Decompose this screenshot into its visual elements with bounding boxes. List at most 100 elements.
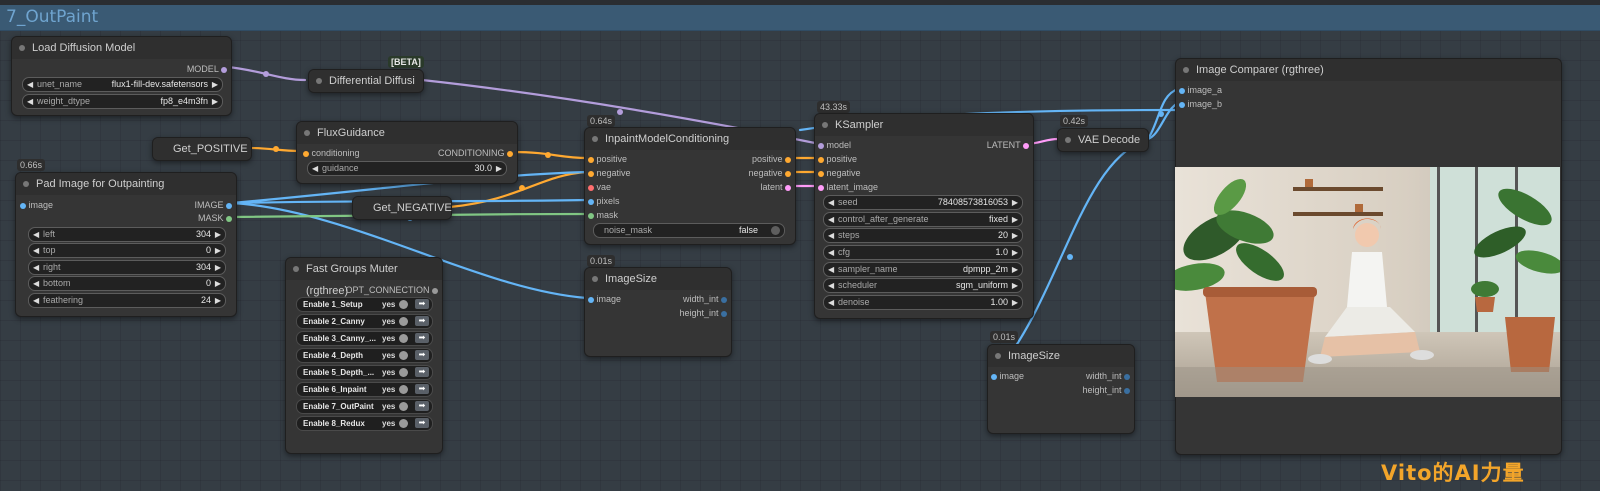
guidance-slider[interactable]: ◀ guidance 30.0 ▶ xyxy=(307,161,507,176)
timing-badge: 0.64s xyxy=(587,115,616,127)
muter-row-4[interactable]: Enable 4_Depth yes ➡ xyxy=(296,348,433,363)
node-header[interactable]: ImageSize xyxy=(585,268,731,290)
weight-dtype-combo[interactable]: ◀ weight_dtype fp8_e4m3fn ▶ xyxy=(22,94,223,109)
inpaint-model-conditioning-node[interactable]: InpaintModelConditioning positive negati… xyxy=(584,127,796,245)
pad-top-field[interactable]: ◀ top 0 ▶ xyxy=(28,243,226,258)
fast-groups-muter-node[interactable]: Fast Groups Muter (rgthree) OPT_CONNECTI… xyxy=(285,257,443,454)
pad-bottom-field[interactable]: ◀ bottom 0 ▶ xyxy=(28,276,226,291)
image-size-node-1[interactable]: ImageSize image width_int height_int xyxy=(584,267,732,357)
muter-row-7[interactable]: Enable 7_OutPaint yes ➡ xyxy=(296,399,433,414)
input-image[interactable]: image xyxy=(20,198,53,212)
node-title: Image Comparer (rgthree) xyxy=(1196,64,1324,76)
node-header[interactable]: KSampler xyxy=(815,114,1033,136)
output-positive[interactable]: positive xyxy=(752,152,791,166)
output-negative[interactable]: negative xyxy=(748,166,791,180)
node-header[interactable]: InpaintModelConditioning xyxy=(585,128,795,150)
input-vae[interactable]: vae xyxy=(588,180,611,194)
timing-badge: 0.01s xyxy=(990,331,1019,343)
input-image[interactable]: image xyxy=(588,292,621,306)
node-header[interactable]: Get_NEGATIVE xyxy=(353,197,452,219)
scheduler-combo[interactable]: ◀ scheduler sgm_uniform ▶ xyxy=(823,278,1023,293)
pad-image-node[interactable]: Pad Image for Outpainting image IMAGE MA… xyxy=(15,172,237,317)
node-header[interactable]: ImageSize xyxy=(988,345,1134,367)
muter-row-8[interactable]: Enable 8_Redux yes ➡ xyxy=(296,416,433,431)
flux-guidance-node[interactable]: FluxGuidance conditioning CONDITIONING ◀… xyxy=(296,121,518,184)
node-title: ImageSize xyxy=(605,273,657,285)
get-negative-node[interactable]: Get_NEGATIVE xyxy=(352,196,452,220)
outpainted-photo xyxy=(1175,167,1560,397)
output-width[interactable]: width_int xyxy=(683,292,727,306)
input-mask[interactable]: mask xyxy=(588,208,618,222)
group-header[interactable]: 7_OutPaint xyxy=(0,5,1600,31)
input-latent-image[interactable]: latent_image xyxy=(818,180,878,194)
muter-row-6[interactable]: Enable 6_Inpaint yes ➡ xyxy=(296,382,433,397)
output-conditioning[interactable]: CONDITIONING xyxy=(438,146,513,160)
input-image-b[interactable]: image_b xyxy=(1179,97,1222,111)
muter-row-1[interactable]: Enable 1_Setup yes ➡ xyxy=(296,297,433,312)
seed-field[interactable]: ◀ seed 784085738160​53 ▶ xyxy=(823,195,1023,210)
output-height[interactable]: height_int xyxy=(679,306,727,320)
input-negative[interactable]: negative xyxy=(818,166,861,180)
node-title: Load Diffusion Model xyxy=(32,42,136,54)
output-mask[interactable]: MASK xyxy=(198,211,232,225)
node-title: ImageSize xyxy=(1008,350,1060,362)
input-conditioning[interactable]: conditioning xyxy=(303,146,360,160)
vae-decode-node[interactable]: VAE Decode xyxy=(1057,128,1149,152)
output-opt-connection[interactable]: OPT_CONNECTION xyxy=(345,283,438,297)
output-latent[interactable]: LATENT xyxy=(987,138,1029,152)
timing-badge: 0.01s xyxy=(587,255,616,267)
denoise-field[interactable]: ◀ denoise 1.00 ▶ xyxy=(823,295,1023,310)
watermark-text: Vito的AI力量 xyxy=(1381,461,1525,485)
input-model[interactable]: model xyxy=(818,138,851,152)
load-diffusion-model-node[interactable]: Load Diffusion Model MODEL ◀ unet_name flu… xyxy=(11,36,232,116)
pad-left-field[interactable]: ◀ left 304 ▶ xyxy=(28,227,226,242)
node-header[interactable]: Image Comparer (rgthree) xyxy=(1176,59,1561,81)
muter-row-2[interactable]: Enable 2_Canny yes ➡ xyxy=(296,314,433,329)
image-size-node-2[interactable]: ImageSize image width_int height_int xyxy=(987,344,1135,434)
input-pixels[interactable]: pixels xyxy=(588,194,620,208)
output-width[interactable]: width_int xyxy=(1086,369,1130,383)
unet-name-combo[interactable]: ◀ unet_name flux1-fill-dev.safetensors ▶ xyxy=(22,77,223,92)
timing-badge: 0.42s xyxy=(1060,115,1089,127)
muter-row-5[interactable]: Enable 5_Depth_... yes ➡ xyxy=(296,365,433,380)
sampler-name-combo[interactable]: ◀ sampler_name dpmpp_2m ▶ xyxy=(823,262,1023,277)
cfg-field[interactable]: ◀ cfg 1.0 ▶ xyxy=(823,245,1023,260)
input-positive[interactable]: positive xyxy=(588,152,627,166)
ksampler-node[interactable]: KSampler model positive negative latent_… xyxy=(814,113,1034,319)
input-image[interactable]: image xyxy=(991,369,1024,383)
control-after-generate-combo[interactable]: ◀ control_after_generate fixed ▶ xyxy=(823,212,1023,227)
comparison-image-preview[interactable] xyxy=(1175,167,1560,397)
node-header[interactable]: FluxGuidance xyxy=(297,122,517,144)
node-title: VAE Decode xyxy=(1078,134,1141,146)
output-height[interactable]: height_int xyxy=(1082,383,1130,397)
node-title: Differential Diffusi xyxy=(329,75,415,87)
steps-field[interactable]: ◀ steps 20 ▶ xyxy=(823,228,1023,243)
pad-right-field[interactable]: ◀ right 304 ▶ xyxy=(28,260,226,275)
node-title: KSampler xyxy=(835,119,884,131)
muter-row-3[interactable]: Enable 3_Canny_... yes ➡ xyxy=(296,331,433,346)
input-image-a[interactable]: image_a xyxy=(1179,83,1222,97)
node-title: Get_POSITIVE xyxy=(173,143,248,155)
group-title: 7_OutPaint xyxy=(6,7,99,27)
differential-diffusion-node[interactable]: Differential Diffusi xyxy=(308,69,424,93)
node-header[interactable]: VAE Decode xyxy=(1058,129,1148,151)
node-header[interactable]: Fast Groups Muter (rgthree) xyxy=(286,258,442,297)
node-header[interactable]: Load Diffusion Model xyxy=(12,37,231,59)
node-header[interactable]: Pad Image for Outpainting xyxy=(16,173,236,195)
output-model[interactable]: MODEL xyxy=(187,62,227,76)
get-positive-node[interactable]: Get_POSITIVE xyxy=(152,137,252,161)
node-header[interactable]: Differential Diffusi xyxy=(309,70,423,92)
node-title: FluxGuidance xyxy=(317,127,385,139)
node-title: Get_NEGATIVE xyxy=(373,202,452,214)
feathering-field[interactable]: ◀ feathering 24 ▶ xyxy=(28,293,226,308)
input-positive[interactable]: positive xyxy=(818,152,857,166)
timing-badge: 43.33s xyxy=(817,101,851,113)
output-image[interactable]: IMAGE xyxy=(194,198,232,212)
timing-badge: 0.66s xyxy=(17,159,46,171)
node-title: InpaintModelConditioning xyxy=(605,133,730,145)
node-header[interactable]: Get_POSITIVE xyxy=(153,138,251,160)
noise-mask-toggle[interactable]: noise_mask false xyxy=(593,223,785,238)
input-negative[interactable]: negative xyxy=(588,166,631,180)
beta-badge: [BETA] xyxy=(388,56,424,68)
output-latent[interactable]: latent xyxy=(760,180,791,194)
